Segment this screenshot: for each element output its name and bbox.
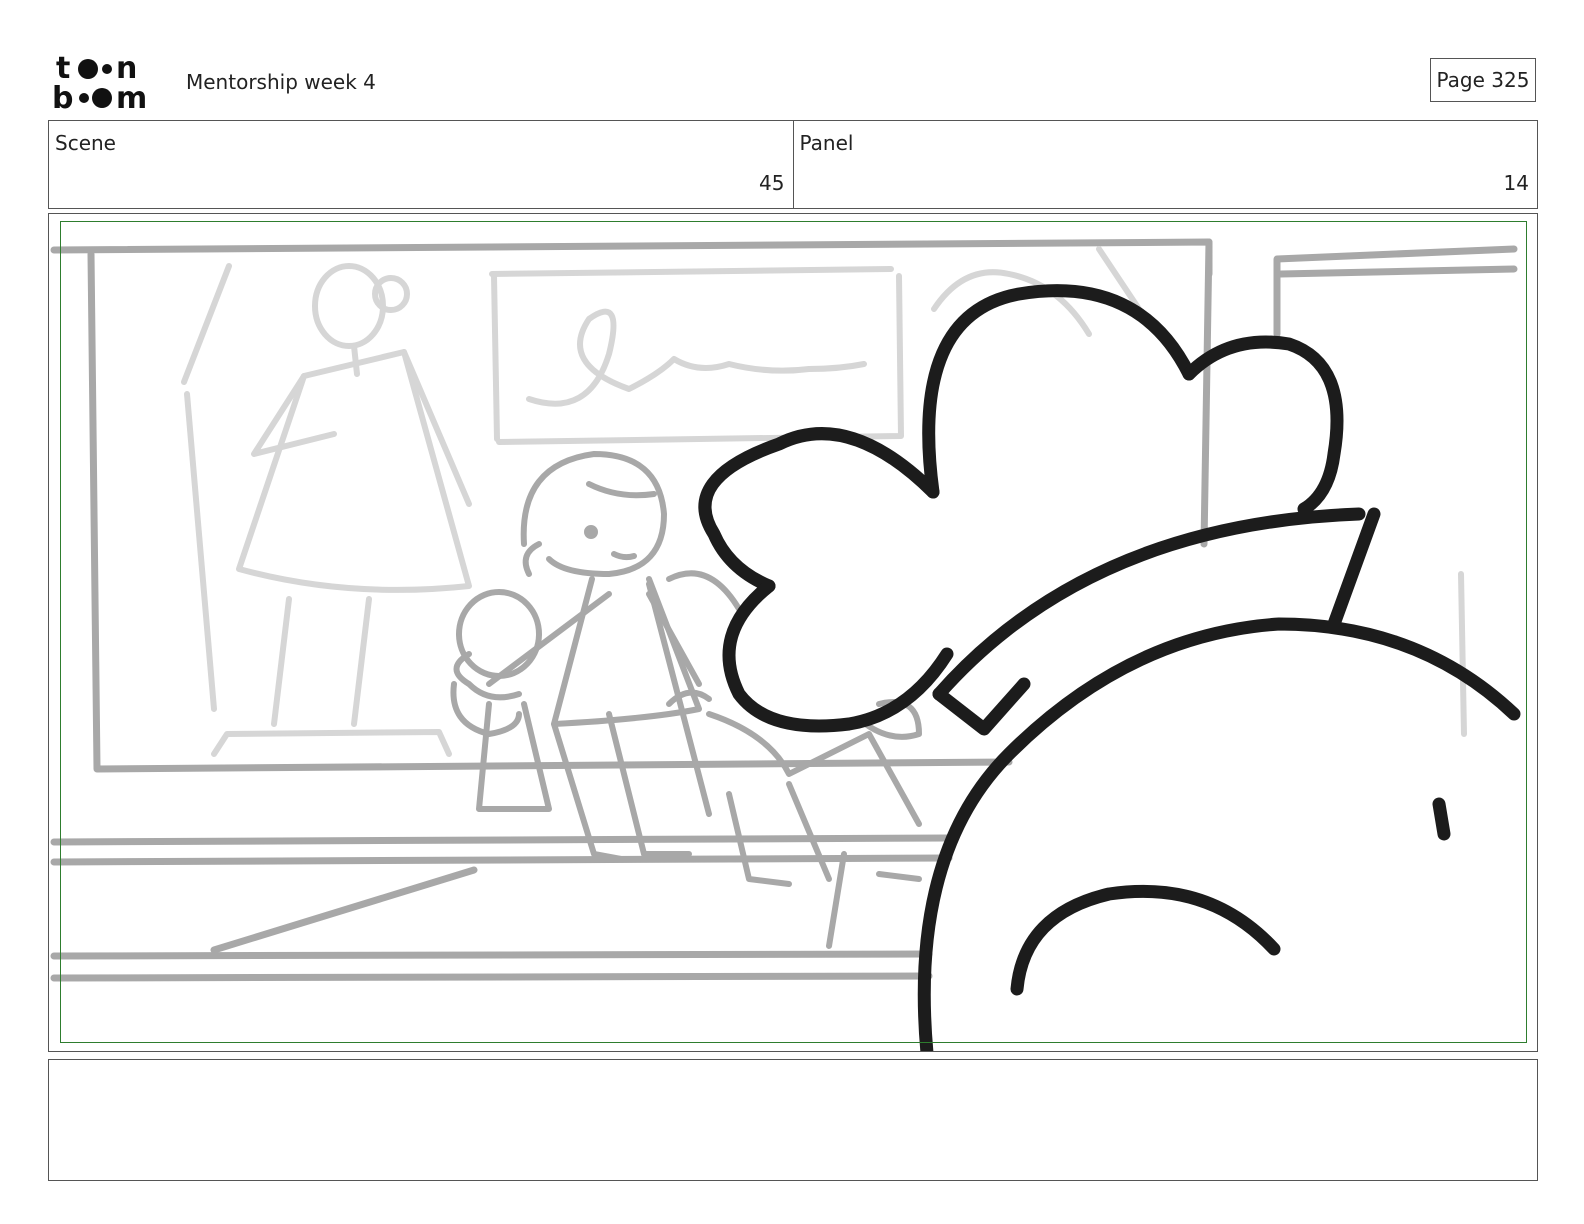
panel-label: Panel [799, 131, 854, 155]
panel-cell: Panel 14 [792, 121, 1538, 208]
panel-sketch [50, 238, 1521, 1051]
scene-panel-info: Scene 45 Panel 14 [48, 120, 1538, 209]
scene-value: 45 [759, 171, 785, 195]
document-title: Mentorship week 4 [186, 70, 376, 94]
foreground-character-ink [698, 284, 1521, 1051]
midground-characters-sketch [450, 451, 922, 949]
page-number-label: Page 325 [1436, 68, 1530, 92]
toon-boom-logo: t n b m [52, 51, 164, 116]
svg-text:b: b [52, 81, 73, 112]
scene-cell: Scene 45 [49, 121, 793, 208]
storyboard-panel [48, 213, 1538, 1052]
panel-value: 14 [1503, 171, 1529, 195]
page-number: Page 325 [1430, 58, 1536, 102]
background-characters-sketch [181, 246, 1467, 757]
scene-label: Scene [55, 131, 116, 155]
svg-text:m: m [116, 81, 147, 112]
panel-notes-box[interactable] [48, 1059, 1538, 1181]
